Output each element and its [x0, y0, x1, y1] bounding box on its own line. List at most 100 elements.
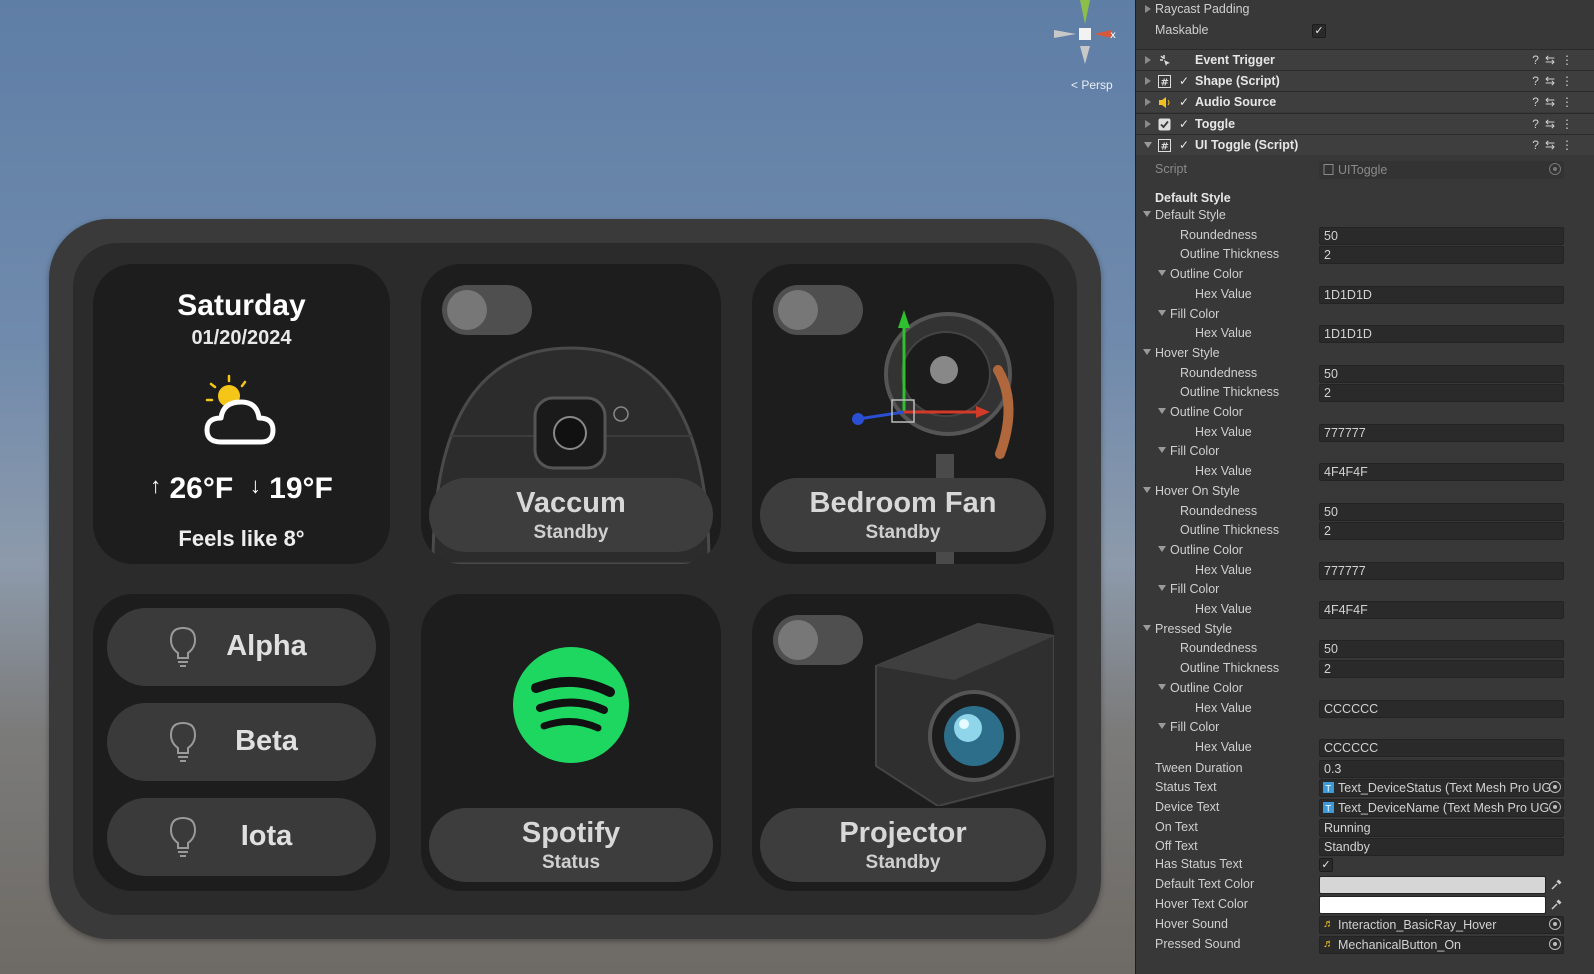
- lightbulb-icon: [169, 721, 197, 762]
- bedroom-fan-toggle[interactable]: [773, 285, 863, 335]
- pressed-sound-field[interactable]: ♬ MechanicalButton_On: [1319, 936, 1564, 954]
- svg-text:#: #: [1161, 78, 1169, 89]
- component-audio-source[interactable]: ✓ Audio Source ?⇆⋮: [1136, 91, 1594, 112]
- expand-arrow-icon[interactable]: [1145, 77, 1151, 85]
- outline-thickness-field[interactable]: 2: [1319, 522, 1564, 540]
- component-shape-script[interactable]: # ✓ Shape (Script) ?⇆⋮: [1136, 70, 1594, 91]
- style-group-header[interactable]: Hover Style: [1136, 344, 1594, 364]
- collapse-arrow-icon[interactable]: [1158, 585, 1166, 591]
- light-name: Beta: [235, 725, 298, 757]
- fill-hex-field[interactable]: CCCCCC: [1319, 739, 1564, 757]
- projector-toggle[interactable]: [773, 615, 863, 665]
- style-group-header[interactable]: Default Style: [1136, 206, 1594, 226]
- maskable-checkbox[interactable]: ✓: [1312, 24, 1326, 38]
- collapse-arrow-icon[interactable]: [1143, 349, 1151, 355]
- scene-view[interactable]: x < Persp Saturday 01/20/2024 ↑ 26°F ↓ 1…: [0, 0, 1135, 974]
- light-button-alpha[interactable]: Alpha: [107, 608, 376, 686]
- component-header-icons[interactable]: ?⇆⋮: [1532, 138, 1579, 152]
- device-card-spotify[interactable]: Spotify Status: [421, 594, 721, 891]
- hover-text-color-swatch[interactable]: [1319, 896, 1546, 914]
- device-name: Vaccum: [516, 487, 626, 519]
- light-button-iota[interactable]: Iota: [107, 798, 376, 876]
- roundedness-field[interactable]: 50: [1319, 227, 1564, 245]
- outline-hex-field[interactable]: CCCCCC: [1319, 700, 1564, 718]
- component-enabled-checkbox[interactable]: ✓: [1177, 138, 1191, 152]
- outline-color-header[interactable]: Outline Color: [1136, 265, 1594, 285]
- expand-arrow-icon[interactable]: [1145, 120, 1151, 128]
- vacuum-toggle[interactable]: [442, 285, 532, 335]
- outline-thickness-field[interactable]: 2: [1319, 660, 1564, 678]
- fill-color-header[interactable]: Fill Color: [1136, 580, 1594, 600]
- component-header-icons[interactable]: ?⇆⋮: [1532, 53, 1579, 67]
- collapse-arrow-icon[interactable]: [1158, 270, 1166, 276]
- fill-hex-field[interactable]: 1D1D1D: [1319, 325, 1564, 343]
- collapse-arrow-icon[interactable]: [1158, 447, 1166, 453]
- eyedropper-icon[interactable]: [1550, 899, 1562, 911]
- collapse-arrow-icon[interactable]: [1143, 211, 1151, 217]
- expand-arrow-icon[interactable]: [1145, 56, 1151, 64]
- roundedness-field[interactable]: 50: [1319, 365, 1564, 383]
- outline-color-header[interactable]: Outline Color: [1136, 679, 1594, 699]
- collapse-arrow-icon[interactable]: [1143, 487, 1151, 493]
- lightbulb-icon: [169, 816, 197, 857]
- component-enabled-checkbox[interactable]: ✓: [1177, 117, 1191, 131]
- outline-hex-field[interactable]: 1D1D1D: [1319, 286, 1564, 304]
- device-card-bedroom-fan[interactable]: Bedroom Fan Standby: [752, 264, 1054, 564]
- object-picker-icon[interactable]: [1549, 781, 1561, 793]
- default-text-color-swatch[interactable]: [1319, 876, 1546, 894]
- light-button-beta[interactable]: Beta: [107, 703, 376, 781]
- component-enabled-checkbox[interactable]: ✓: [1177, 74, 1191, 88]
- roundedness-field[interactable]: 50: [1319, 640, 1564, 658]
- tween-duration-field[interactable]: 0.3: [1319, 760, 1564, 778]
- fill-hex-field[interactable]: 4F4F4F: [1319, 601, 1564, 619]
- roundedness-field[interactable]: 50: [1319, 503, 1564, 521]
- collapse-arrow-icon[interactable]: [1158, 310, 1166, 316]
- persp-label[interactable]: < Persp: [1071, 78, 1113, 92]
- style-group-header[interactable]: Hover On Style: [1136, 482, 1594, 502]
- raycast-padding-row[interactable]: Raycast Padding: [1136, 0, 1594, 20]
- object-picker-icon[interactable]: [1549, 801, 1561, 813]
- fill-hex-field[interactable]: 4F4F4F: [1319, 463, 1564, 481]
- expand-arrow-icon[interactable]: [1145, 98, 1151, 106]
- fill-hex-row: Hex Value 4F4F4F: [1136, 462, 1594, 482]
- on-text-field[interactable]: Running: [1319, 819, 1564, 837]
- hover-sound-field[interactable]: ♬ Interaction_BasicRay_Hover: [1319, 916, 1564, 934]
- outline-hex-field[interactable]: 777777: [1319, 424, 1564, 442]
- component-toggle[interactable]: ✓ Toggle ?⇆⋮: [1136, 113, 1594, 134]
- component-header-icons[interactable]: ?⇆⋮: [1532, 95, 1579, 109]
- device-card-projector[interactable]: Projector Standby: [752, 594, 1054, 891]
- fill-color-header[interactable]: Fill Color: [1136, 305, 1594, 325]
- collapse-arrow-icon[interactable]: [1144, 142, 1152, 148]
- collapse-arrow-icon[interactable]: [1158, 546, 1166, 552]
- collapse-arrow-icon[interactable]: [1158, 684, 1166, 690]
- off-text-field[interactable]: Standby: [1319, 838, 1564, 856]
- object-picker-icon[interactable]: [1549, 918, 1561, 930]
- device-text-field[interactable]: T Text_DeviceName (Text Mesh Pro UG: [1319, 799, 1564, 817]
- toggle-icon: [1158, 118, 1171, 131]
- component-header-icons[interactable]: ?⇆⋮: [1532, 117, 1579, 131]
- outline-thickness-field[interactable]: 2: [1319, 246, 1564, 264]
- device-card-vacuum[interactable]: Vaccum Standby: [421, 264, 721, 564]
- svg-text:T: T: [1325, 785, 1332, 794]
- component-ui-toggle-script[interactable]: # ✓ UI Toggle (Script) ?⇆⋮: [1136, 134, 1594, 155]
- fill-color-header[interactable]: Fill Color: [1136, 718, 1594, 738]
- component-header-icons[interactable]: ?⇆⋮: [1532, 74, 1579, 88]
- has-status-text-checkbox[interactable]: ✓: [1319, 858, 1333, 872]
- pressed-sound-row: Pressed Sound ♬ MechanicalButton_On: [1136, 935, 1594, 955]
- lights-card: Alpha Beta Iota: [93, 594, 390, 891]
- collapse-arrow-icon[interactable]: [1143, 625, 1151, 631]
- eyedropper-icon[interactable]: [1550, 879, 1562, 891]
- object-picker-icon[interactable]: [1549, 938, 1561, 950]
- fill-color-header[interactable]: Fill Color: [1136, 442, 1594, 462]
- style-group-header[interactable]: Pressed Style: [1136, 620, 1594, 640]
- expand-arrow-icon[interactable]: [1145, 5, 1151, 13]
- status-text-field[interactable]: T Text_DeviceStatus (Text Mesh Pro UG: [1319, 779, 1564, 797]
- collapse-arrow-icon[interactable]: [1158, 723, 1166, 729]
- outline-hex-field[interactable]: 777777: [1319, 562, 1564, 580]
- component-event-trigger[interactable]: Event Trigger ?⇆⋮: [1136, 49, 1594, 70]
- outline-color-header[interactable]: Outline Color: [1136, 541, 1594, 561]
- outline-thickness-field[interactable]: 2: [1319, 384, 1564, 402]
- component-enabled-checkbox[interactable]: ✓: [1177, 95, 1191, 109]
- collapse-arrow-icon[interactable]: [1158, 408, 1166, 414]
- outline-color-header[interactable]: Outline Color: [1136, 403, 1594, 423]
